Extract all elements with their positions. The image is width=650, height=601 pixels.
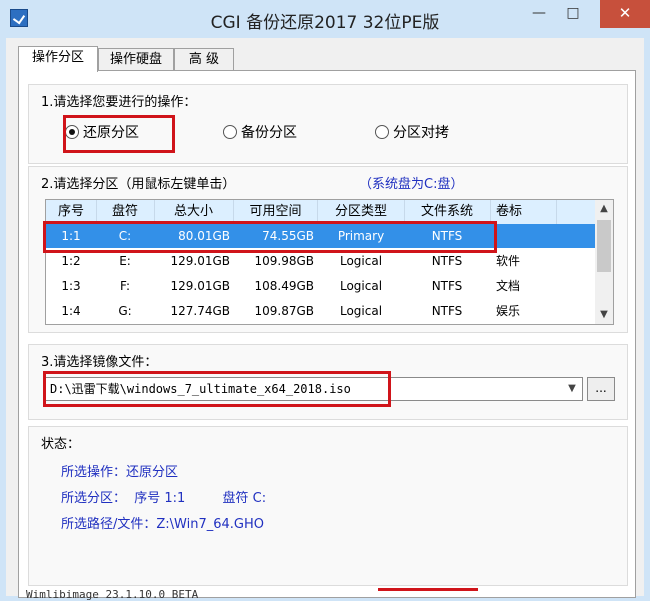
minimize-button[interactable]: — [522, 0, 556, 28]
status-group: 状态： 所选操作：还原分区 所选分区： 序号 1:1 盘符 C: 所选路径/文件… [28, 426, 628, 586]
cell-label: 文档 [496, 279, 521, 293]
tab-operate-partition[interactable]: 操作分区 [18, 46, 98, 72]
scroll-down-icon[interactable]: ▼ [595, 306, 613, 324]
radio-copy[interactable]: 分区对拷 [375, 123, 449, 143]
cell-label: 娱乐 [496, 304, 521, 318]
cell-fs: NTFS [431, 304, 463, 318]
tab-operate-disk[interactable]: 操作硬盘 [98, 48, 174, 71]
cell-total: 127.74GB [170, 304, 230, 318]
cell-fs: NTFS [431, 279, 463, 293]
highlight-box [63, 115, 175, 153]
close-button[interactable]: ✕ [600, 0, 650, 28]
footer-text: Wimlibimage 23.1.10.0 BETA [26, 588, 199, 601]
cell-label: 软件 [496, 254, 521, 268]
operation-group: 1.请选择您要进行的操作： 还原分区 备份分区 分区对拷 [28, 84, 628, 164]
cell-total: 129.01GB [170, 279, 230, 293]
browse-button[interactable]: ... [587, 377, 615, 401]
system-disk-note: （系统盘为C:盘） [359, 177, 464, 192]
scroll-up-icon[interactable]: ▲ [595, 200, 613, 218]
scroll-thumb[interactable] [597, 220, 611, 272]
highlight-box [43, 221, 497, 253]
image-group: 3.请选择镜像文件： D:\迅雷下载\windows_7_ultimate_x6… [28, 344, 628, 420]
cell-type: Logical [339, 279, 383, 293]
radio-backup-label: 备份分区 [241, 125, 297, 141]
cell-type: Logical [339, 304, 383, 318]
tab-advanced[interactable]: 高 级 [174, 48, 234, 71]
partition-title: 2.请选择分区（用鼠标左键单击） [41, 177, 236, 192]
cell-drive: G: [118, 304, 132, 318]
window-client: 操作分区 操作硬盘 高 级 1.请选择您要进行的操作： 还原分区 备份分区 分区… [6, 38, 644, 598]
radio-copy-label: 分区对拷 [393, 125, 449, 141]
status-path: 所选路径/文件：Z:\Win7_64.GHO [61, 517, 264, 532]
radio-unchecked-icon [223, 125, 237, 139]
partition-group: 2.请选择分区（用鼠标左键单击） （系统盘为C:盘） 序号 盘符 总大小 可用空… [28, 166, 628, 333]
highlight-box [378, 588, 478, 599]
cell-free: 109.87GB [254, 304, 314, 318]
col-label[interactable]: 卷标 [490, 200, 557, 224]
partition-table: 序号 盘符 总大小 可用空间 分区类型 文件系统 卷标 1:1 C: 80.01… [45, 199, 597, 325]
status-partition: 所选分区： 序号 1:1 盘符 C: [61, 491, 267, 506]
cell-label [490, 224, 556, 248]
radio-backup[interactable]: 备份分区 [223, 123, 297, 143]
cell-free: 108.49GB [254, 279, 314, 293]
title-bar: CGI 备份还原2017 32位PE版 — □ ✕ [0, 0, 650, 38]
cell-index: 1:4 [61, 304, 81, 318]
highlight-box [43, 371, 391, 407]
status-title: 状态： [41, 437, 81, 452]
table-scrollbar[interactable]: ▲ ▼ [595, 199, 614, 325]
operation-title: 1.请选择您要进行的操作： [41, 95, 197, 110]
cell-drive: F: [119, 279, 130, 293]
image-title: 3.请选择镜像文件： [41, 355, 158, 370]
table-row[interactable]: 1:3 F: 129.01GB 108.49GB Logical NTFS 文档 [46, 274, 596, 298]
cell-index: 1:3 [61, 279, 81, 293]
table-row[interactable]: 1:4 G: 127.74GB 109.87GB Logical NTFS 娱乐 [46, 299, 596, 323]
radio-unchecked-icon [375, 125, 389, 139]
status-operation: 所选操作：还原分区 [61, 465, 179, 480]
maximize-button[interactable]: □ [556, 0, 590, 28]
chevron-down-icon[interactable]: ▼ [564, 378, 580, 400]
